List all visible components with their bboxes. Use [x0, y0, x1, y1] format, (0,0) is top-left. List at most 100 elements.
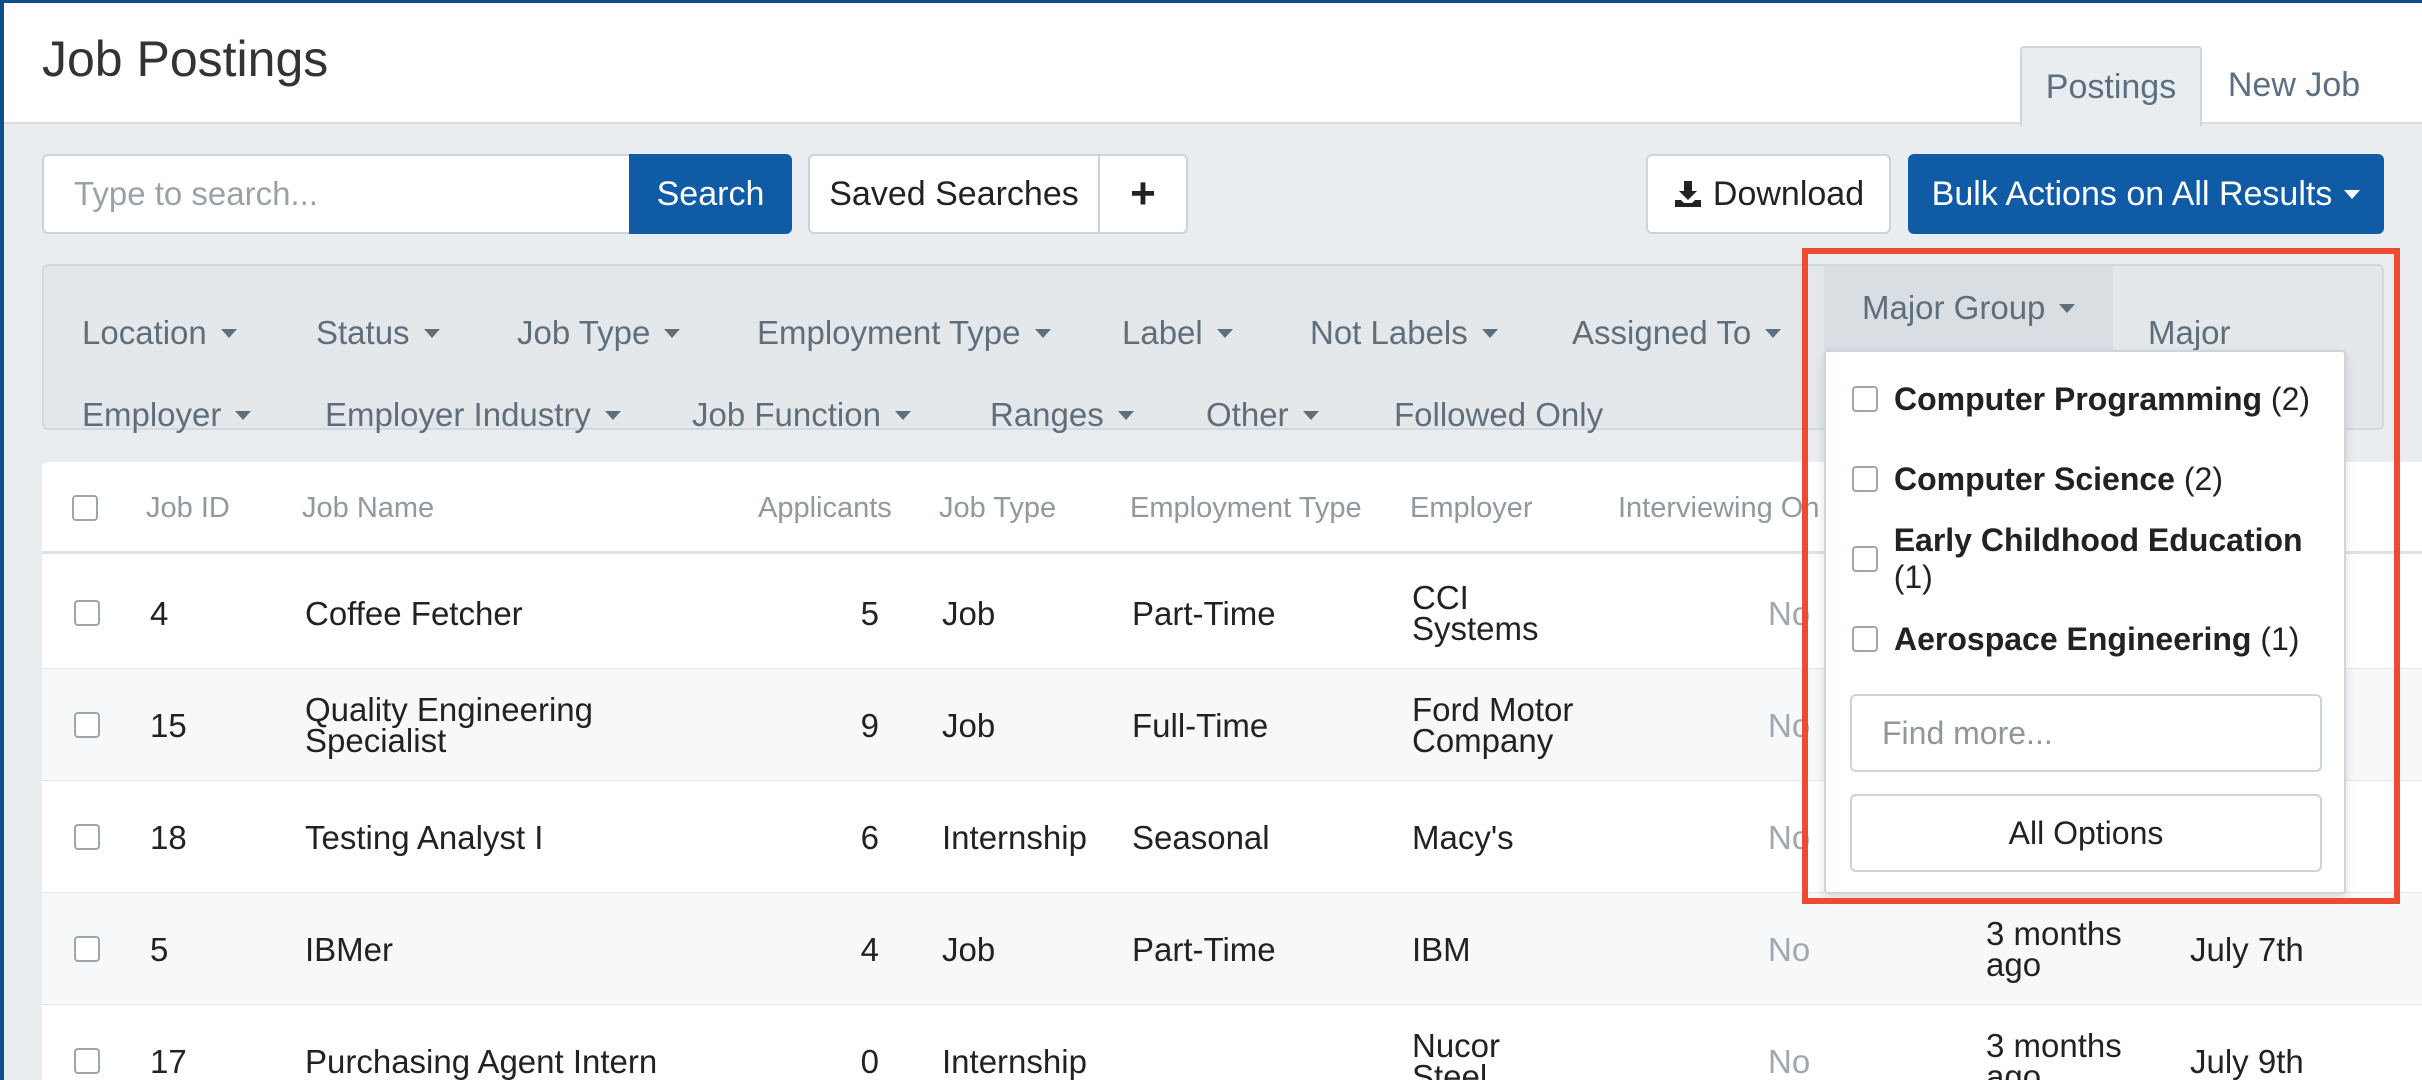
chevron-down-icon [894, 410, 911, 420]
filter-location[interactable]: Location [82, 308, 237, 358]
job-name[interactable]: Quality Engineering Specialist [305, 669, 605, 781]
filter-job-function[interactable]: Job Function [692, 390, 911, 440]
filter-ranges[interactable]: Ranges [990, 390, 1134, 440]
download-label: Download [1712, 174, 1865, 213]
applicants-count: 9 [860, 706, 879, 744]
filter-not-labels[interactable]: Not Labels [1310, 308, 1498, 358]
table-row[interactable]: 17 Purchasing Agent Intern 0 Internship … [42, 1005, 2422, 1080]
filter-followed-only[interactable]: Followed Only [1394, 390, 1603, 440]
find-more-input[interactable] [1850, 694, 2322, 772]
filter-label: Location [82, 314, 207, 351]
job-type: Internship [942, 818, 1087, 856]
option-early-childhood-education[interactable]: Early Childhood Education (1) [1852, 522, 2344, 595]
option-name: Computer Science [1894, 460, 2175, 497]
filter-major-group[interactable]: Major Group [1824, 266, 2114, 350]
column-job-type[interactable]: Job Type [939, 462, 1056, 554]
download-button[interactable]: Download [1646, 154, 1891, 234]
filter-label: Employer Industry [325, 396, 591, 433]
download-icon [1674, 181, 1701, 207]
interviewing-on: No [1768, 594, 1811, 632]
all-options-button[interactable]: All Options [1850, 794, 2322, 872]
filter-employer-industry[interactable]: Employer Industry [325, 390, 621, 440]
filter-assigned-to[interactable]: Assigned To [1572, 308, 1782, 358]
option-count: (1) [2260, 620, 2300, 657]
chevron-down-icon [423, 328, 440, 338]
chevron-down-icon [1481, 328, 1498, 338]
chevron-down-icon [604, 410, 621, 420]
job-id: 18 [150, 818, 187, 856]
column-applicants[interactable]: Applicants [758, 462, 892, 554]
column-employment-type[interactable]: Employment Type [1130, 462, 1362, 554]
column-job-id[interactable]: Job ID [146, 462, 230, 554]
chevron-down-icon [1302, 410, 1319, 420]
select-all-checkbox[interactable] [72, 462, 98, 554]
filter-label: Major Group [1862, 289, 2046, 326]
employer[interactable]: Macy's [1412, 781, 1514, 893]
job-type: Job [942, 930, 996, 968]
employer[interactable]: Nucor Steel [1412, 1005, 1532, 1080]
filter-label: Not Labels [1310, 314, 1468, 351]
row-checkbox[interactable] [74, 893, 100, 1005]
job-name[interactable]: Purchasing Agent Intern [305, 1005, 657, 1080]
filter-employer[interactable]: Employer [82, 390, 252, 440]
tab-new-job[interactable]: New Job [2214, 46, 2374, 124]
job-id: 15 [150, 706, 187, 744]
filter-label: Job Function [692, 396, 881, 433]
row-checkbox[interactable] [74, 557, 100, 669]
filter-job-type[interactable]: Job Type [517, 308, 681, 358]
applicants-count: 6 [860, 818, 879, 856]
left-accent-border [0, 0, 4, 1080]
employer[interactable]: Ford Motor Company [1412, 669, 1592, 781]
filter-label: Job Type [517, 314, 651, 351]
option-count: (2) [2270, 380, 2311, 417]
job-name[interactable]: Testing Analyst I [305, 781, 543, 893]
option-name: Computer Programming [1894, 380, 2263, 417]
filter-label: Followed Only [1394, 396, 1604, 433]
chevron-down-icon [2344, 189, 2361, 199]
filter-label: Other [1206, 396, 1289, 433]
employer[interactable]: IBM [1412, 893, 1471, 1005]
option-checkbox[interactable] [1852, 546, 1878, 572]
tab-postings[interactable]: Postings [2020, 46, 2202, 126]
job-name[interactable]: Coffee Fetcher [305, 557, 523, 669]
search-input[interactable] [42, 154, 631, 234]
option-checkbox[interactable] [1852, 626, 1878, 652]
job-id: 4 [150, 594, 169, 632]
filter-status[interactable]: Status [316, 308, 440, 358]
chevron-down-icon [220, 328, 237, 338]
filter-label: Status [316, 314, 410, 351]
column-employer[interactable]: Employer [1410, 462, 1533, 554]
filter-label: Assigned To [1572, 314, 1752, 351]
page-header: Job Postings Postings New Job [0, 0, 2422, 126]
column-interviewing-on[interactable]: Interviewing On [1618, 462, 1820, 554]
chevron-down-icon [1034, 328, 1051, 338]
filter-employment-type[interactable]: Employment Type [757, 308, 1051, 358]
search-button[interactable]: Search [629, 154, 792, 234]
posted-ago: 3 months ago [1986, 915, 2122, 983]
add-saved-search-button[interactable]: + [1098, 154, 1188, 234]
employer[interactable]: CCI Systems [1412, 557, 1552, 669]
interviewing-on: No [1768, 930, 1811, 968]
column-job-name[interactable]: Job Name [302, 462, 434, 554]
employment-type: Seasonal [1132, 818, 1270, 856]
bulk-actions-button[interactable]: Bulk Actions on All Results [1908, 154, 2384, 234]
row-checkbox[interactable] [74, 781, 100, 893]
filter-label: Major [2148, 314, 2231, 351]
interviewing-on: No [1768, 818, 1811, 856]
row-checkbox[interactable] [74, 669, 100, 781]
option-checkbox[interactable] [1852, 386, 1878, 412]
filter-other[interactable]: Other [1206, 390, 1319, 440]
row-checkbox[interactable] [74, 1005, 100, 1080]
table-row[interactable]: 5 IBMer 4 Job Part-Time IBM No 3 months … [42, 893, 2422, 1005]
option-computer-science[interactable]: Computer Science (2) [1852, 454, 2223, 504]
saved-searches-button[interactable]: Saved Searches [808, 154, 1100, 234]
option-computer-programming[interactable]: Computer Programming (2) [1852, 374, 2310, 424]
option-checkbox[interactable] [1852, 466, 1878, 492]
employment-type: Full-Time [1132, 706, 1269, 744]
applicants-count: 0 [860, 1042, 879, 1080]
interviewing-on: No [1768, 1042, 1811, 1080]
job-name[interactable]: IBMer [305, 893, 393, 1005]
filter-label[interactable]: Label [1122, 308, 1233, 358]
option-aerospace-engineering[interactable]: Aerospace Engineering (1) [1852, 614, 2299, 664]
chevron-down-icon [2059, 303, 2076, 313]
